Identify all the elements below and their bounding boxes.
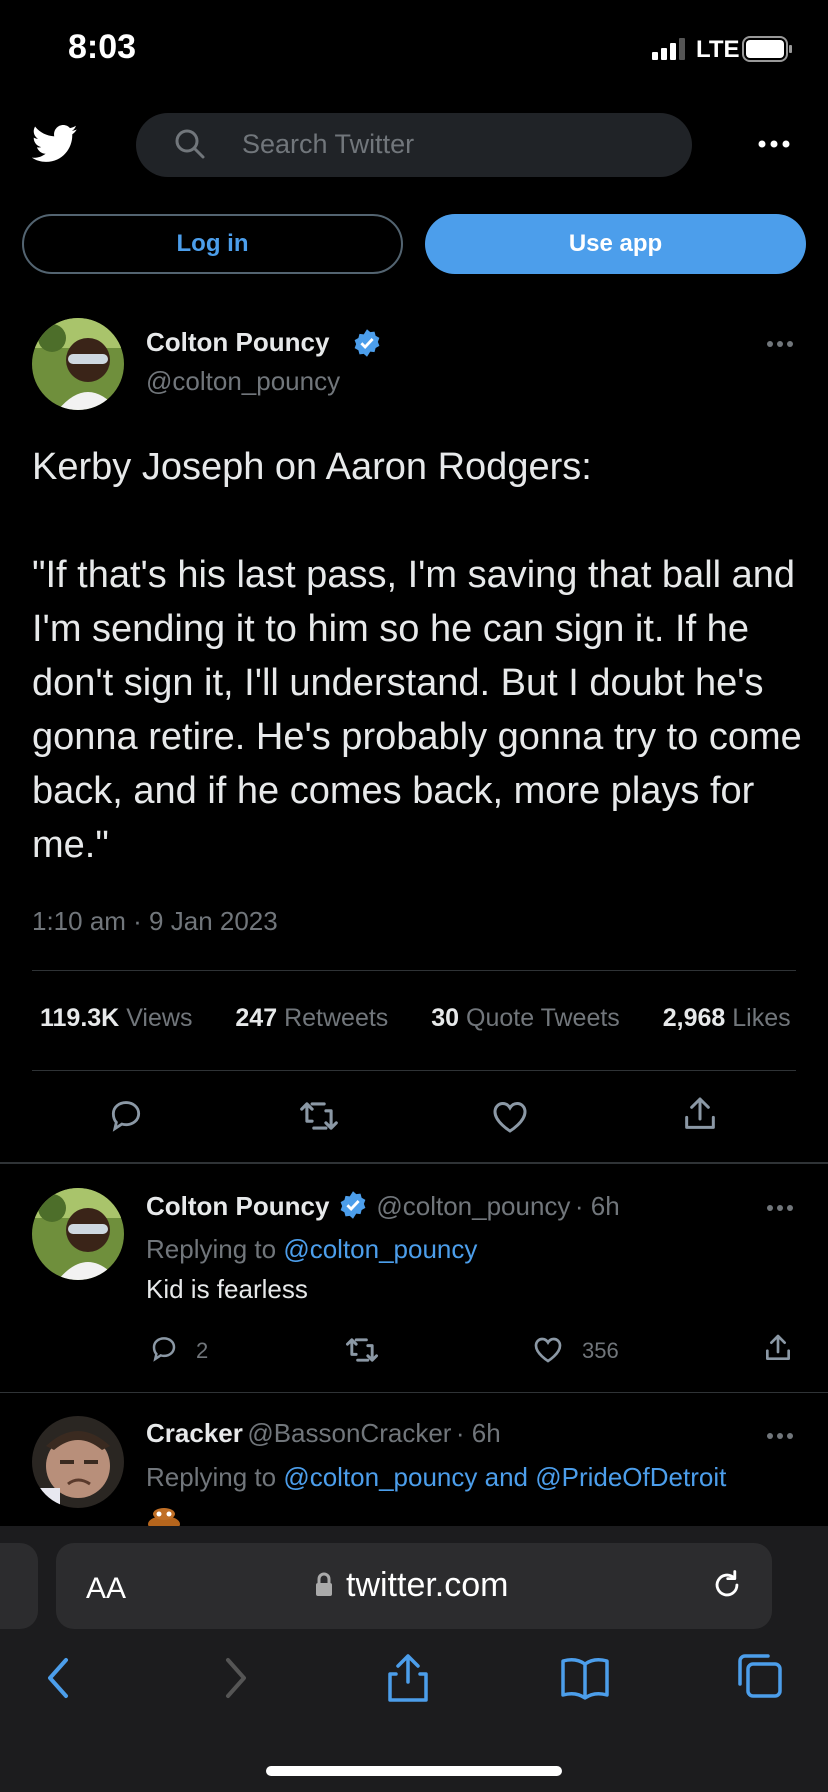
reply-author-handle[interactable]: @colton_pouncy — [376, 1191, 570, 1221]
tweet-stats: 119.3K Views 247 Retweets 30 Quote Tweet… — [40, 1004, 828, 1033]
verified-icon — [338, 1190, 368, 1220]
stat-retweets[interactable]: 247 Retweets — [235, 1004, 388, 1032]
network-type: LTE — [696, 36, 740, 63]
forward-icon[interactable] — [222, 1656, 250, 1700]
retweet-icon[interactable] — [298, 1097, 340, 1135]
share-icon[interactable] — [762, 1332, 794, 1364]
login-button[interactable]: Log in — [22, 214, 403, 274]
tweet-timestamp[interactable]: 1:10 am · 9 Jan 2023 — [32, 906, 278, 937]
reader-aa-button[interactable]: AA — [86, 1572, 126, 1606]
more-icon[interactable] — [758, 140, 790, 148]
divider — [0, 1162, 828, 1164]
author-handle[interactable]: @colton_pouncy — [146, 366, 340, 397]
like-icon[interactable] — [532, 1334, 564, 1364]
replying-to: Replying to @colton_pouncy and @PrideOfD… — [146, 1462, 727, 1492]
status-time: 8:03 — [68, 28, 137, 66]
reply-author-name[interactable]: Cracker — [146, 1418, 243, 1448]
verified-icon — [352, 328, 382, 358]
reply-age: · 6h — [574, 1191, 620, 1221]
reply-icon[interactable] — [106, 1097, 146, 1135]
reply-author-name[interactable]: Colton Pouncy — [146, 1191, 329, 1221]
share-icon[interactable] — [386, 1652, 430, 1702]
stat-views[interactable]: 119.3K Views — [40, 1004, 192, 1032]
like-icon[interactable] — [490, 1097, 530, 1135]
reload-icon[interactable] — [710, 1568, 744, 1602]
search-placeholder: Search Twitter — [242, 129, 415, 159]
divider — [32, 970, 796, 971]
replying-to-link[interactable]: @colton_pouncy — [283, 1234, 477, 1264]
retweet-icon[interactable] — [344, 1334, 380, 1366]
reply-age: · 6h — [455, 1418, 501, 1448]
share-icon[interactable] — [680, 1094, 720, 1134]
previous-tab-peek[interactable] — [0, 1543, 38, 1629]
signal-icon — [652, 38, 688, 60]
divider — [0, 1392, 828, 1393]
replying-to: Replying to @colton_pouncy — [146, 1234, 478, 1264]
back-icon[interactable] — [44, 1656, 72, 1700]
reply-header: Colton Pouncy @colton_pouncy · 6h — [146, 1190, 620, 1222]
tweet-more-icon[interactable] — [766, 340, 794, 348]
battery-icon — [742, 36, 794, 62]
reply-avatar[interactable] — [32, 1416, 124, 1508]
stat-quote-tweets[interactable]: 30 Quote Tweets — [431, 1004, 620, 1032]
reply-icon[interactable] — [148, 1334, 180, 1364]
reply-more-icon[interactable] — [766, 1432, 794, 1440]
stat-likes[interactable]: 2,968 Likes — [663, 1004, 791, 1032]
poop-emoji-icon — [146, 1500, 182, 1526]
book-icon[interactable] — [560, 1656, 610, 1700]
reply-more-icon[interactable] — [766, 1204, 794, 1212]
url-text[interactable]: twitter.com — [346, 1566, 508, 1605]
author-avatar[interactable] — [32, 318, 124, 410]
home-indicator[interactable] — [266, 1766, 562, 1776]
reply-avatar[interactable] — [32, 1188, 124, 1280]
twitter-bird-icon[interactable] — [32, 124, 78, 164]
divider — [32, 1070, 796, 1071]
tweet-text: Kerby Joseph on Aaron Rodgers: "If that'… — [32, 446, 802, 866]
reply-count: 2 — [196, 1338, 209, 1363]
lock-icon — [314, 1572, 334, 1598]
replying-to-link[interactable]: @colton_pouncy and @PrideOfDetroit — [283, 1462, 726, 1492]
tabs-icon[interactable] — [736, 1652, 784, 1700]
use-app-button[interactable]: Use app — [425, 214, 806, 274]
author-name[interactable]: Colton Pouncy — [146, 327, 329, 358]
reply-header: Cracker @BassonCracker · 6h — [146, 1418, 501, 1449]
reply-text: Kid is fearless — [146, 1274, 308, 1304]
like-count: 356 — [582, 1338, 619, 1363]
search-icon — [174, 128, 206, 160]
reply-author-handle[interactable]: @BassonCracker — [247, 1418, 451, 1448]
